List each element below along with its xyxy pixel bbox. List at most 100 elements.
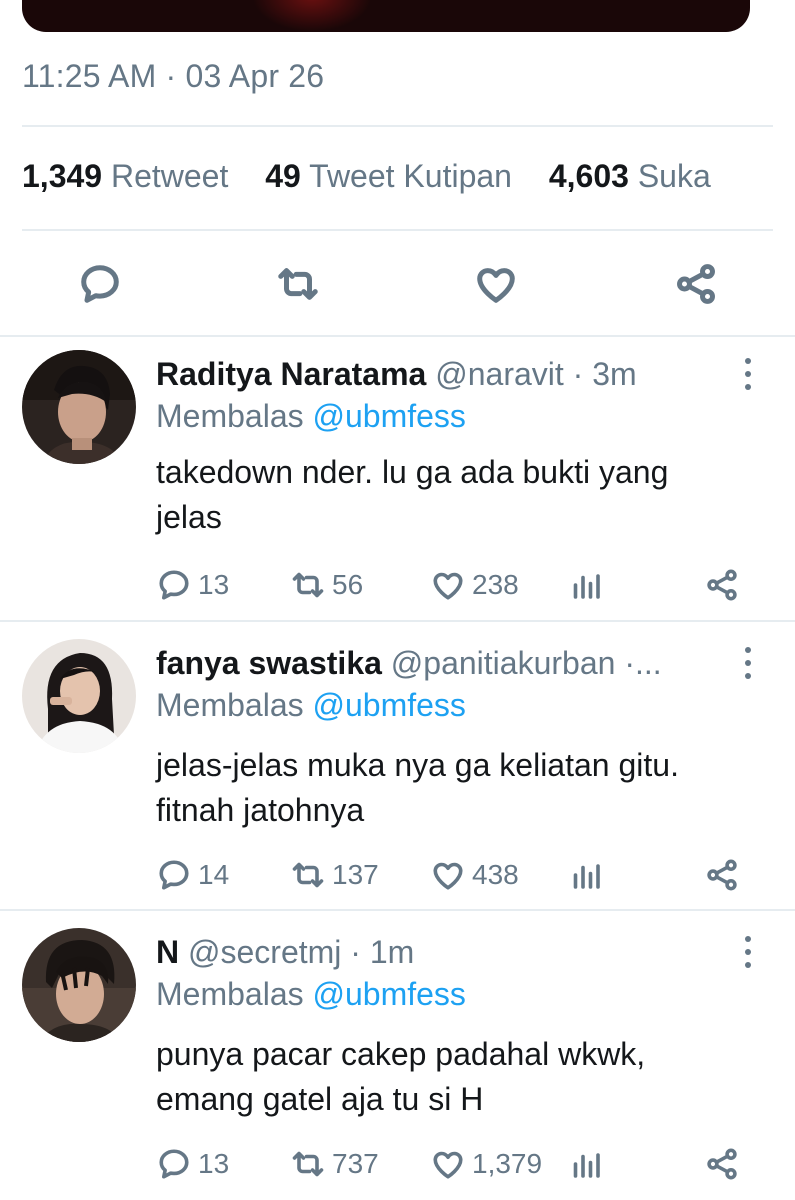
share-button[interactable]: [670, 258, 722, 310]
replying-to: Membalas @ubmfess: [156, 976, 466, 1013]
like-button[interactable]: 1,379: [430, 1144, 542, 1184]
replying-label: Membalas: [156, 687, 304, 723]
like-count: 238: [472, 569, 519, 600]
reply-icon: [81, 265, 119, 303]
analytics-icon: [573, 1153, 600, 1178]
reply-count: 13: [198, 1148, 230, 1179]
reply-header: N @secretmj · 1m: [156, 934, 414, 971]
analytics-button[interactable]: [568, 1144, 610, 1184]
replying-to: Membalas @ubmfess: [156, 687, 466, 724]
share-icon: [707, 859, 737, 891]
retweet-icon: [292, 862, 324, 888]
reply-button[interactable]: 13: [156, 565, 229, 605]
retweet-icon: [278, 268, 318, 300]
divider: [22, 229, 773, 231]
user-handle[interactable]: @naravit: [435, 356, 564, 392]
likes-count: 4,603: [548, 158, 629, 194]
retweet-button[interactable]: 56: [290, 565, 363, 605]
more-options-icon[interactable]: [738, 936, 758, 970]
reply-text-line: emang gatel aja tu si H: [156, 1081, 484, 1117]
likes-label: Suka: [637, 158, 711, 194]
share-button[interactable]: [704, 565, 746, 605]
avatar[interactable]: [22, 350, 136, 464]
replying-to: Membalas @ubmfess: [156, 398, 466, 435]
retweet-button[interactable]: 137: [290, 855, 379, 895]
share-icon: [677, 264, 715, 304]
reply-header: fanya swastika @panitiakurban ·...: [156, 645, 662, 682]
like-icon: [433, 1151, 463, 1179]
reply-icon: [159, 860, 189, 890]
reply-time[interactable]: · 3m: [573, 356, 637, 392]
reply-text-line: takedown nder. lu ga ada bukti yang: [156, 454, 669, 490]
like-icon: [433, 572, 463, 600]
replying-mention[interactable]: @ubmfess: [313, 687, 466, 723]
user-handle[interactable]: @panitiakurban: [391, 645, 616, 681]
reply-text-line: jelas: [156, 499, 222, 535]
share-icon: [707, 1148, 737, 1180]
analytics-icon: [573, 574, 600, 599]
reply-text-line: fitnah jatohnya: [156, 792, 365, 828]
like-button[interactable]: 238: [430, 565, 519, 605]
reply-icon: [159, 570, 189, 600]
tweet-action-bar: [0, 258, 795, 310]
replying-label: Membalas: [156, 976, 304, 1012]
replying-mention[interactable]: @ubmfess: [313, 976, 466, 1012]
reply-button[interactable]: 14: [156, 855, 229, 895]
like-count: 438: [472, 859, 519, 890]
retweets-label: Retweet: [110, 158, 229, 194]
like-icon: [433, 862, 463, 890]
user-handle[interactable]: @secretmj: [188, 934, 341, 970]
reply-action-bar: 13 737 1,379: [0, 1144, 795, 1184]
reply-button[interactable]: [74, 258, 126, 310]
analytics-button[interactable]: [568, 855, 610, 895]
retweets-stat[interactable]: 1,349 Retweet: [22, 158, 228, 194]
reply-tweet[interactable]: N @secretmj · 1m Membalas @ubmfess punya…: [0, 914, 795, 1198]
quotes-stat[interactable]: 49 Tweet Kutipan: [265, 158, 512, 194]
reply-time[interactable]: · 1m: [350, 934, 414, 970]
reply-icon: [159, 1149, 189, 1179]
avatar[interactable]: [22, 639, 136, 753]
share-button[interactable]: [704, 1144, 746, 1184]
retweet-icon: [292, 1151, 324, 1177]
divider: [0, 620, 795, 622]
reply-action-bar: 13 56 238: [0, 565, 795, 605]
analytics-button[interactable]: [568, 565, 610, 605]
tweet-media-image[interactable]: [22, 0, 750, 32]
tweet-timestamp: 11:25 AM · 03 Apr 26: [22, 58, 325, 94]
replying-mention[interactable]: @ubmfess: [313, 398, 466, 434]
share-button[interactable]: [704, 855, 746, 895]
retweets-count: 1,349: [22, 158, 103, 194]
tweet-stats: 1,349 Retweet 49 Tweet Kutipan 4,603 Suk…: [22, 158, 711, 195]
reply-action-bar: 14 137 438: [0, 855, 795, 895]
more-options-icon[interactable]: [738, 358, 758, 392]
reply-button[interactable]: 13: [156, 1144, 229, 1184]
reply-count: 14: [198, 859, 230, 890]
quotes-count: 49: [265, 158, 301, 194]
retweet-button[interactable]: 737: [290, 1144, 379, 1184]
like-button[interactable]: [470, 258, 522, 310]
avatar[interactable]: [22, 928, 136, 1042]
likes-stat[interactable]: 4,603 Suka: [549, 158, 711, 194]
analytics-icon: [573, 864, 600, 889]
more-options-icon[interactable]: [738, 647, 758, 681]
reply-text: jelas-jelas muka nya ga keliatan gitu. f…: [156, 743, 776, 833]
quotes-label: Tweet Kutipan: [309, 158, 512, 194]
divider: [0, 909, 795, 911]
like-button[interactable]: 438: [430, 855, 519, 895]
reply-text: takedown nder. lu ga ada bukti yang jela…: [156, 450, 776, 540]
like-icon: [477, 268, 515, 303]
reply-tweet[interactable]: fanya swastika @panitiakurban ·... Memba…: [0, 625, 795, 909]
reply-tweet[interactable]: Raditya Naratama @naravit · 3m Membalas …: [0, 336, 795, 620]
display-name[interactable]: N: [156, 934, 179, 970]
reply-text-line: punya pacar cakep padahal wkwk,: [156, 1036, 646, 1072]
reply-header: Raditya Naratama @naravit · 3m: [156, 356, 637, 393]
reply-time[interactable]: ·...: [624, 645, 661, 681]
display-name[interactable]: fanya swastika: [156, 645, 382, 681]
retweet-count: 56: [332, 569, 364, 600]
display-name[interactable]: Raditya Naratama: [156, 356, 426, 392]
reply-text-line: jelas-jelas muka nya ga keliatan gitu.: [156, 747, 679, 783]
retweet-count: 137: [332, 859, 379, 890]
reply-text: punya pacar cakep padahal wkwk, emang ga…: [156, 1032, 776, 1122]
retweet-button[interactable]: [272, 258, 324, 310]
like-count: 1,379: [472, 1148, 543, 1179]
